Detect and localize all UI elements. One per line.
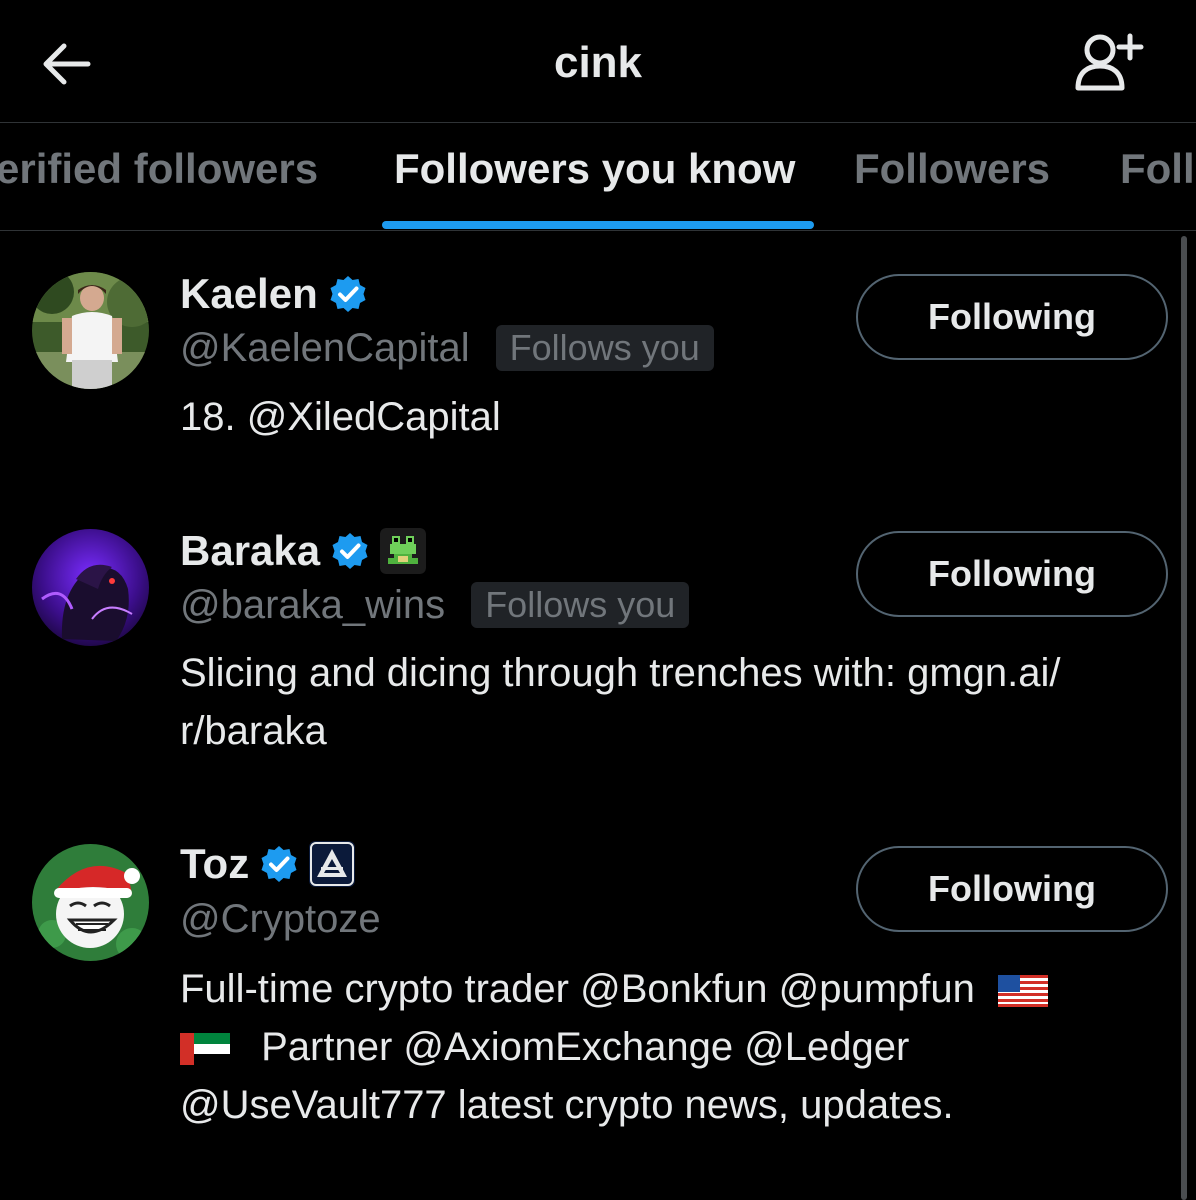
add-user-icon <box>1075 33 1144 91</box>
bio-text: Partner @AxiomExchange @Ledger <box>261 1025 910 1069</box>
user-row-kaelen[interactable]: Kaelen @KaelenCapital Follows you 18. @X… <box>0 240 1170 500</box>
verified-badge-icon <box>332 533 368 569</box>
following-button[interactable]: Following <box>856 846 1168 932</box>
bio-line: Slicing and dicing through trenches with… <box>180 651 1061 695</box>
user-bio: Full-time crypto trader @Bonkfun @pumpfu… <box>180 960 1170 1134</box>
tab-following[interactable]: Foll <box>1120 145 1195 193</box>
tab-followers-you-know[interactable]: Followers you know <box>394 145 795 193</box>
verified-badge-icon <box>330 276 366 312</box>
display-name[interactable]: Toz <box>180 840 249 888</box>
tabs-divider <box>0 230 1196 231</box>
user-bio: 18. @XiledCapital <box>180 395 501 439</box>
handle-line: @baraka_wins Follows you <box>180 582 690 628</box>
bio-line: Full-time crypto trader @Bonkfun @pumpfu… <box>180 960 1170 1018</box>
active-tab-indicator <box>382 221 814 229</box>
scrollbar[interactable] <box>1181 236 1187 1200</box>
user-bio: Slicing and dicing through trenches with… <box>180 644 1170 760</box>
bio-text: Full-time crypto trader @Bonkfun @pumpfu… <box>180 967 975 1011</box>
bio-line: r/baraka <box>180 709 327 753</box>
follows-you-badge: Follows you <box>495 325 714 371</box>
page-title: cink <box>553 38 643 87</box>
bio-line: Partner @AxiomExchange @Ledger <box>180 1018 1170 1076</box>
avatar[interactable] <box>32 844 149 961</box>
follows-you-badge: Follows you <box>471 582 690 628</box>
handle-line: @KaelenCapital Follows you <box>180 325 714 371</box>
display-name[interactable]: Baraka <box>180 527 320 575</box>
us-flag-icon <box>998 975 1048 1008</box>
profile-followers-page: cink erified followers Followers you kno… <box>0 0 1196 1200</box>
following-button[interactable]: Following <box>856 531 1168 617</box>
name-line: Kaelen <box>180 270 368 318</box>
tab-verified-followers[interactable]: erified followers <box>0 145 318 193</box>
add-user-button[interactable] <box>1072 30 1144 94</box>
avatar[interactable] <box>32 272 149 389</box>
axiom-badge-icon <box>309 841 356 887</box>
tab-followers[interactable]: Followers <box>854 145 1050 193</box>
name-line: Toz <box>180 840 356 888</box>
uae-flag-icon <box>180 1033 230 1066</box>
username-handle: @Cryptoze <box>180 897 381 941</box>
bio-line: @UseVault777 latest crypto news, updates… <box>180 1083 954 1127</box>
handle-line: @Cryptoze <box>180 897 381 942</box>
username-handle: @KaelenCapital <box>180 325 470 370</box>
verified-badge-icon <box>261 846 297 882</box>
user-row-toz[interactable]: Toz @Cryptoze Full-time crypto trader @B… <box>0 812 1170 1152</box>
username-handle: @baraka_wins <box>180 582 446 627</box>
display-name[interactable]: Kaelen <box>180 270 318 318</box>
following-button[interactable]: Following <box>856 274 1168 360</box>
frog-badge-icon <box>380 528 427 574</box>
name-line: Baraka <box>180 527 427 575</box>
tab-bar: erified followers Followers you know Fol… <box>0 123 1196 230</box>
avatar[interactable] <box>32 529 149 646</box>
user-row-baraka[interactable]: Baraka @baraka_wins Follows you Slicing … <box>0 497 1170 797</box>
top-header: cink <box>0 0 1196 122</box>
